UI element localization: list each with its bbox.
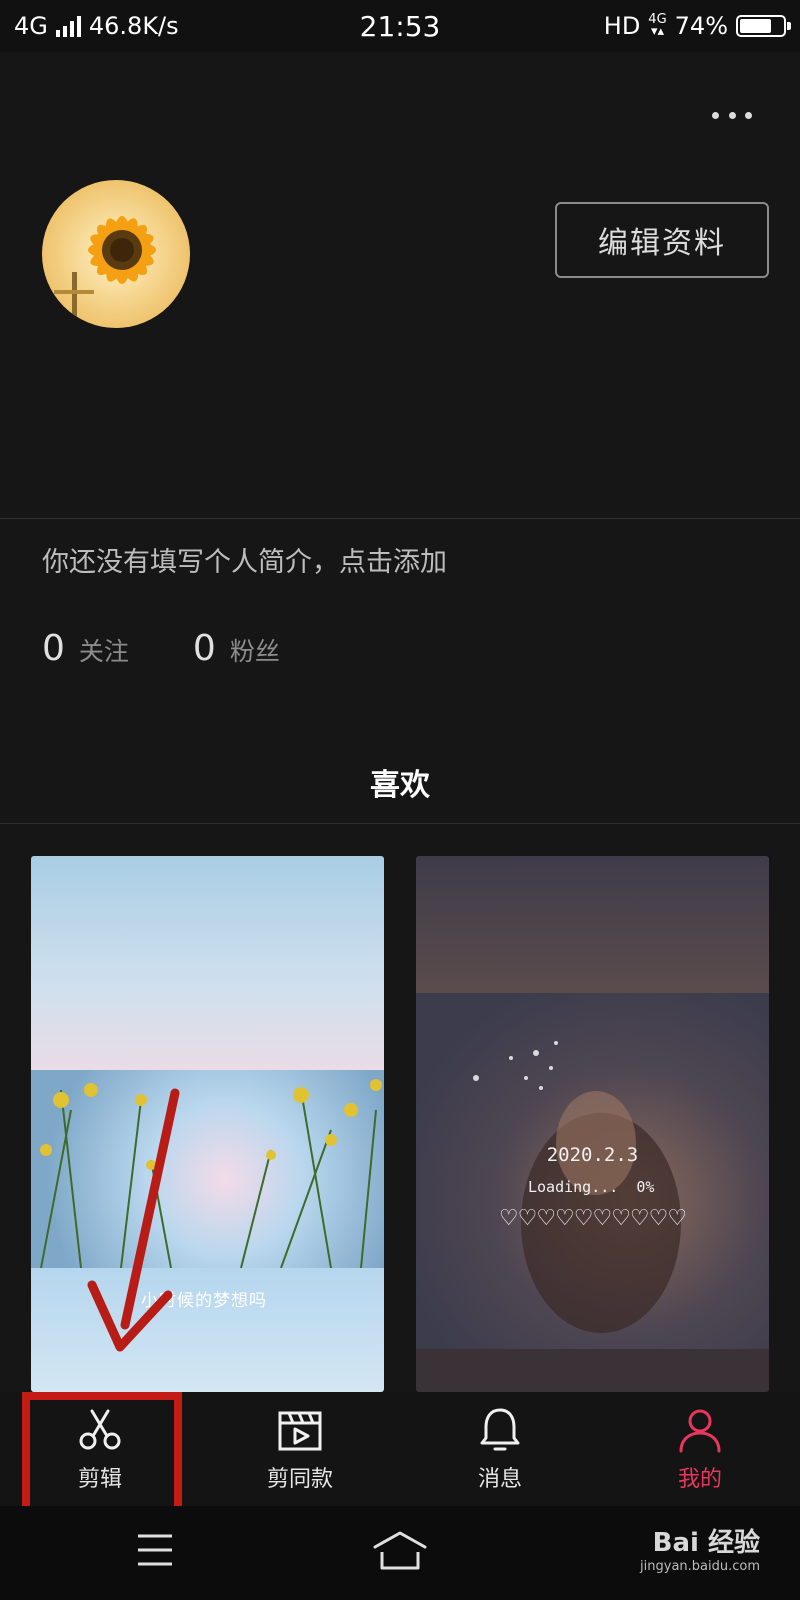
battery-icon: [736, 15, 791, 37]
nav-item-me[interactable]: 我的: [600, 1392, 800, 1506]
battery-percent: 74%: [674, 12, 728, 40]
card-loading-text: Loading... 0%: [528, 1178, 655, 1196]
followers-label: 粉丝: [229, 637, 280, 666]
following-count: 0: [42, 628, 65, 669]
nav-label: 剪辑: [77, 1467, 122, 1492]
status-bar: 4G 46.8K/s 21:53 HD 4G ▾▴ 74%: [0, 0, 800, 52]
divider: [0, 518, 800, 519]
network-type: 4G: [14, 12, 48, 40]
followers-stat[interactable]: 0 粉丝: [193, 628, 280, 669]
nav-label: 我的: [677, 1467, 722, 1492]
network-speed: 46.8K/s: [88, 12, 179, 40]
watermark-logo: Bai 经验: [652, 1528, 760, 1558]
followers-count: 0: [192, 628, 216, 669]
divider: [0, 823, 800, 824]
following-stat[interactable]: 0 关注: [42, 628, 129, 669]
tab-liked[interactable]: 喜欢: [0, 760, 800, 804]
net-activity-icon: 4G ▾▴: [648, 12, 667, 39]
avatar[interactable]: [42, 180, 190, 328]
nav-label: 剪同款: [266, 1467, 333, 1492]
video-card[interactable]: 小时候的梦想吗: [31, 856, 384, 1392]
nav-item-edit[interactable]: 剪辑: [0, 1392, 200, 1506]
hd-indicator: HD: [603, 12, 641, 40]
nav-item-template[interactable]: 剪同款: [200, 1392, 400, 1506]
watermark: Bai 经验 jingyan.baidu.com: [640, 1522, 760, 1574]
card-thumbnail-top: [416, 856, 769, 993]
video-card[interactable]: 2020.2.3 Loading... 0% ♡♡♡♡♡♡♡♡♡♡: [416, 856, 769, 1392]
profile-stats: 0 关注 0 粉丝: [42, 628, 280, 669]
nav-item-messages[interactable]: 消息: [400, 1392, 600, 1506]
card-thumbnail-bottom: [416, 1349, 769, 1392]
menu-icon[interactable]: [136, 1532, 174, 1568]
card-thumbnail-portrait: [416, 993, 769, 1349]
battery-fill: [740, 19, 772, 33]
bottom-nav: 剪辑 剪同款 消息 我的: [0, 1392, 800, 1506]
card-thumbnail-sky: [31, 856, 384, 1070]
card-date-text: 2020.2.3: [546, 1144, 639, 1166]
bell-icon: [480, 1408, 520, 1451]
card-thumbnail-flowers: [31, 1070, 384, 1269]
bio-prompt[interactable]: 你还没有填写个人简介，点击添加: [42, 540, 447, 579]
sunflower-avatar-image: [42, 180, 190, 328]
clapperboard-icon: [278, 1411, 322, 1451]
card-caption: 小时候的梦想吗: [141, 1291, 267, 1311]
card-hearts-text: ♡♡♡♡♡♡♡♡♡♡: [498, 1206, 687, 1231]
user-icon: [679, 1409, 721, 1453]
watermark-url: jingyan.baidu.com: [640, 1559, 760, 1574]
following-label: 关注: [78, 637, 129, 666]
edit-profile-button[interactable]: 编辑资料: [555, 202, 769, 278]
scissors-icon: [79, 1409, 121, 1450]
home-icon[interactable]: [372, 1530, 428, 1572]
signal-icon: [55, 15, 81, 37]
more-options-icon[interactable]: [712, 100, 752, 130]
nav-label: 消息: [477, 1467, 522, 1492]
